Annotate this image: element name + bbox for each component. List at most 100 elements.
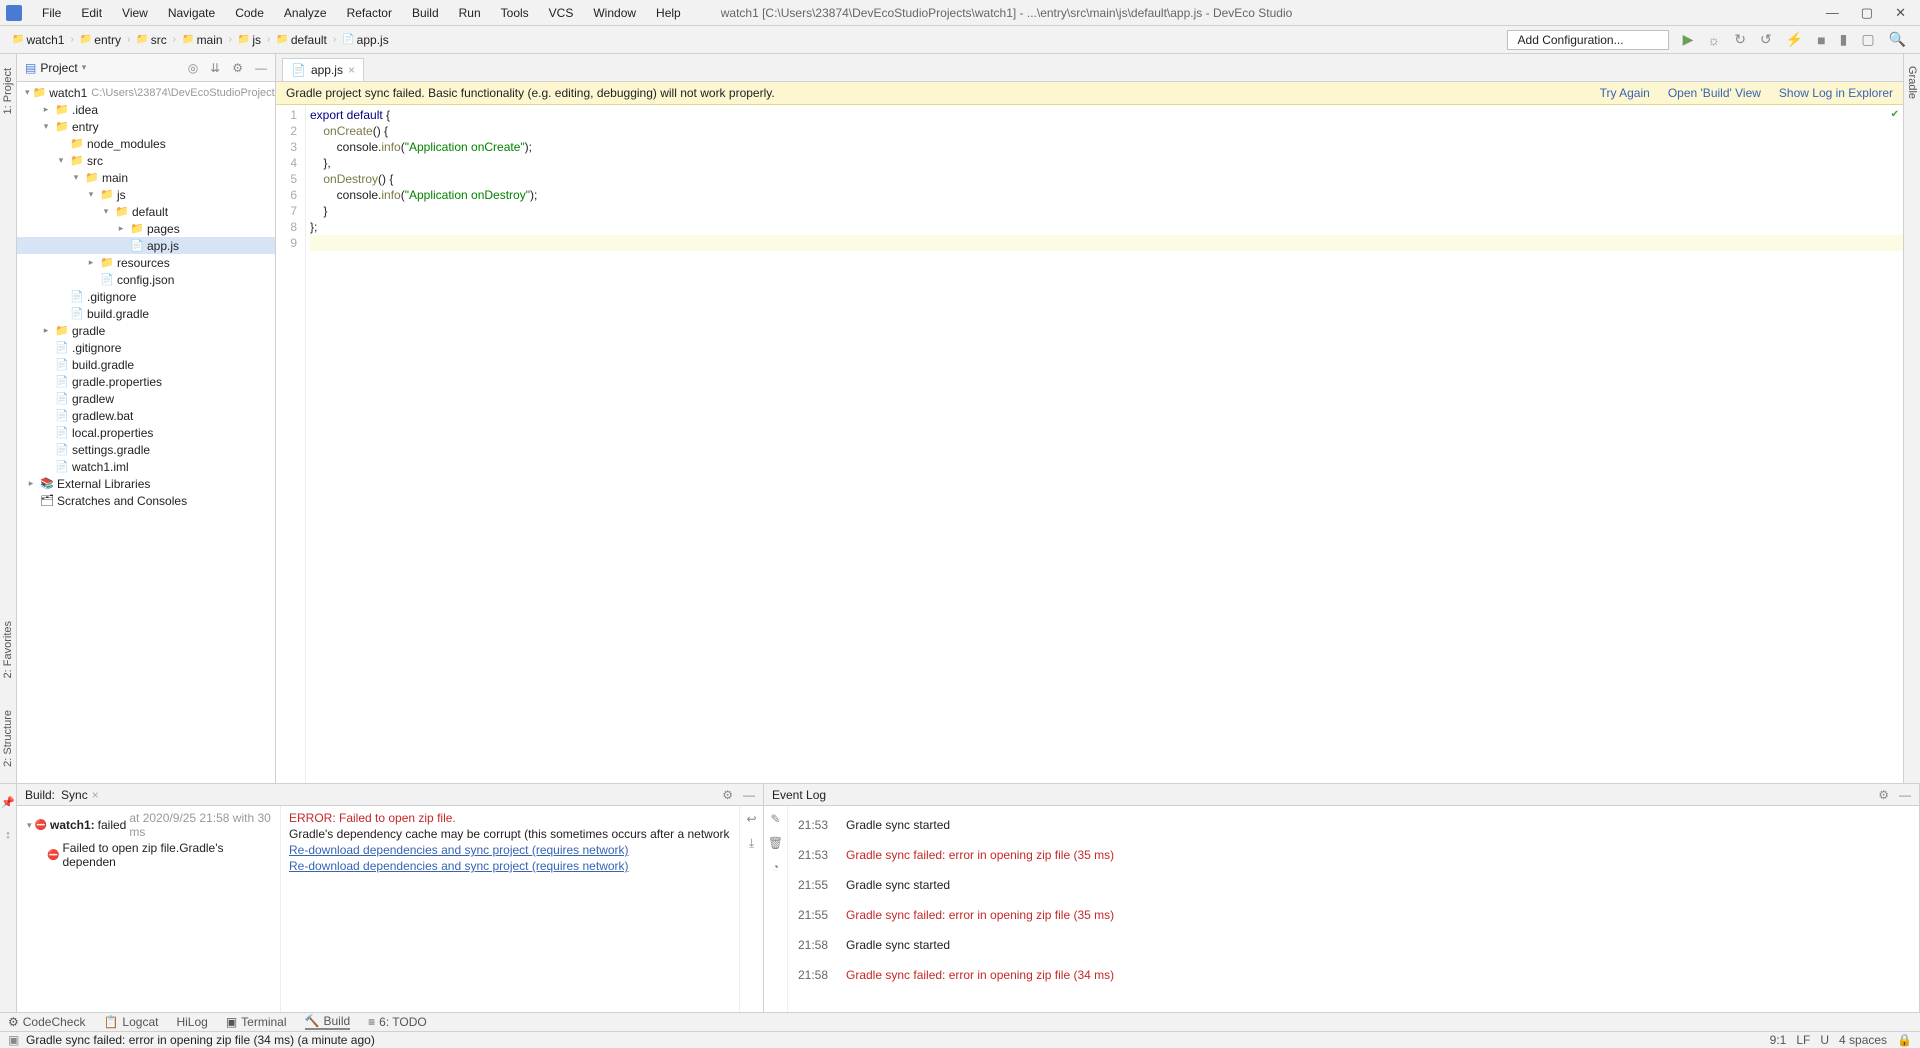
tree-resources[interactable]: ▸📁resources (17, 254, 275, 271)
stop-icon[interactable]: ■ (1817, 32, 1825, 48)
tree-gradle.properties[interactable]: 📄gradle.properties (17, 373, 275, 390)
breadcrumb-watch1[interactable]: 📁watch1 (6, 33, 70, 47)
tab-favorites[interactable]: 2: Favorites (2, 615, 14, 684)
evlog-settings-icon[interactable]: ⚙ (1878, 788, 1889, 802)
project-selector[interactable]: ▤ Project ▾ (25, 61, 86, 75)
status-item[interactable]: U (1820, 1033, 1829, 1047)
editor-tab-appjs[interactable]: 📄 app.js × (282, 58, 364, 81)
project-tree[interactable]: ▾📁watch1C:\Users\23874\DevEcoStudioProje… (17, 82, 275, 783)
build-tree[interactable]: ▾ ⛔ watch1: failed at 2020/9/25 21:58 wi… (17, 806, 281, 1012)
device-icon[interactable]: ▮ (1840, 31, 1848, 48)
close-button[interactable]: ✕ (1895, 5, 1906, 21)
menu-navigate[interactable]: Navigate (158, 3, 225, 23)
collapse-icon[interactable]: ⇊ (210, 61, 220, 75)
wrap-icon[interactable]: ↩ (746, 812, 756, 826)
expand-icon[interactable]: ↕ (5, 829, 11, 841)
layout-icon[interactable]: ▢ (1861, 31, 1874, 48)
tree-gradlew.bat[interactable]: 📄gradlew.bat (17, 407, 275, 424)
menu-vcs[interactable]: VCS (539, 3, 584, 23)
minimize-button[interactable]: — (1826, 5, 1839, 21)
build-output[interactable]: ERROR: Failed to open zip file. Gradle's… (281, 806, 739, 1012)
evlog-hide-icon[interactable]: — (1899, 788, 1911, 802)
tree-settings.gradle[interactable]: 📄settings.gradle (17, 441, 275, 458)
settings-icon[interactable]: ⚙ (232, 61, 243, 75)
event-row[interactable]: 21:55Gradle sync started (798, 870, 1909, 900)
menu-view[interactable]: View (112, 3, 158, 23)
tree-src[interactable]: ▾📁src (17, 152, 275, 169)
banner-show-log[interactable]: Show Log in Explorer (1779, 86, 1893, 100)
attach-icon[interactable]: ⚡ (1786, 31, 1803, 48)
event-list[interactable]: 21:53Gradle sync started21:53Gradle sync… (788, 806, 1919, 1012)
tree-gradlew[interactable]: 📄gradlew (17, 390, 275, 407)
tree-build.gradle[interactable]: 📄build.gradle (17, 356, 275, 373)
tree-build.gradle[interactable]: 📄build.gradle (17, 305, 275, 322)
tool-6-todo[interactable]: ≡6: TODO (368, 1015, 427, 1029)
tree-node_modules[interactable]: 📁node_modules (17, 135, 275, 152)
build-settings-icon[interactable]: ⚙ (722, 788, 733, 802)
menu-code[interactable]: Code (225, 3, 274, 23)
search-icon[interactable]: 🔍 (1889, 31, 1906, 48)
menu-file[interactable]: File (32, 3, 71, 23)
menu-window[interactable]: Window (583, 3, 646, 23)
target-icon[interactable]: ◎ (188, 61, 198, 75)
tool-hilog[interactable]: HiLog (176, 1015, 207, 1029)
redownload-link-2[interactable]: Re-download dependencies and sync projec… (289, 858, 731, 874)
status-item[interactable]: 🔒 (1897, 1033, 1912, 1047)
code-editor[interactable]: 123456789 export default { onCreate() { … (276, 105, 1903, 783)
breadcrumb-src[interactable]: 📁src (130, 33, 172, 47)
redownload-link-1[interactable]: Re-download dependencies and sync projec… (289, 842, 731, 858)
tree-entry[interactable]: ▾📁entry (17, 118, 275, 135)
tree-local.properties[interactable]: 📄local.properties (17, 424, 275, 441)
debug-icon[interactable]: ☼ (1707, 32, 1720, 48)
tree-main[interactable]: ▾📁main (17, 169, 275, 186)
run-icon[interactable]: ▶ (1683, 31, 1694, 48)
tree-External Libraries[interactable]: ▸📚External Libraries (17, 475, 275, 492)
evlog-edit-icon[interactable]: ✎ (770, 812, 780, 826)
event-row[interactable]: 21:53Gradle sync failed: error in openin… (798, 840, 1909, 870)
menu-help[interactable]: Help (646, 3, 691, 23)
coverage-icon[interactable]: ↻ (1734, 31, 1746, 48)
tab-project[interactable]: 1: Project (2, 62, 14, 120)
breadcrumb-default[interactable]: 📁default (270, 33, 332, 47)
maximize-button[interactable]: ▢ (1861, 5, 1873, 21)
source[interactable]: export default { onCreate() { console.in… (306, 105, 1903, 783)
profile-icon[interactable]: ↺ (1760, 31, 1772, 48)
event-row[interactable]: 21:53Gradle sync started (798, 810, 1909, 840)
event-row[interactable]: 21:58Gradle sync started (798, 930, 1909, 960)
build-hide-icon[interactable]: — (743, 788, 755, 802)
tree-app.js[interactable]: 📄app.js (17, 237, 275, 254)
tree-.idea[interactable]: ▸📁.idea (17, 101, 275, 118)
menu-analyze[interactable]: Analyze (274, 3, 337, 23)
tool-logcat[interactable]: 📋Logcat (103, 1015, 158, 1029)
breadcrumb-app.js[interactable]: 📄app.js (336, 33, 394, 47)
tree-watch1.iml[interactable]: 📄watch1.iml (17, 458, 275, 475)
tab-gradle[interactable]: Gradle (1906, 60, 1918, 105)
tree-.gitignore[interactable]: 📄.gitignore (17, 288, 275, 305)
banner-open-build[interactable]: Open 'Build' View (1668, 86, 1761, 100)
pin-icon[interactable]: 📌 (1, 796, 15, 809)
status-item[interactable]: LF (1796, 1033, 1810, 1047)
tool-terminal[interactable]: ▣Terminal (226, 1015, 287, 1029)
tree-default[interactable]: ▾📁default (17, 203, 275, 220)
tree-watch1[interactable]: ▾📁watch1C:\Users\23874\DevEcoStudioProje… (17, 84, 275, 101)
menu-build[interactable]: Build (402, 3, 449, 23)
tree-js[interactable]: ▾📁js (17, 186, 275, 203)
menu-refactor[interactable]: Refactor (337, 3, 402, 23)
event-row[interactable]: 21:58Gradle sync failed: error in openin… (798, 960, 1909, 990)
breadcrumb-js[interactable]: 📁js (232, 33, 267, 47)
menu-edit[interactable]: Edit (71, 3, 112, 23)
hide-icon[interactable]: — (255, 61, 267, 75)
scroll-icon[interactable]: ⤓ (749, 836, 754, 851)
banner-try-again[interactable]: Try Again (1600, 86, 1650, 100)
tree-pages[interactable]: ▸📁pages (17, 220, 275, 237)
tree-Scratches and Consoles[interactable]: 🗂Scratches and Consoles (17, 492, 275, 509)
close-sync-icon[interactable]: × (92, 788, 99, 802)
menu-tools[interactable]: Tools (491, 3, 539, 23)
menu-run[interactable]: Run (449, 3, 491, 23)
breadcrumb-main[interactable]: 📁main (176, 33, 228, 47)
evlog-mark-icon[interactable]: ◔ (772, 860, 779, 874)
evlog-trash-icon[interactable]: 🗑 (768, 836, 783, 850)
status-item[interactable]: 9:1 (1770, 1033, 1787, 1047)
breadcrumb-entry[interactable]: 📁entry (74, 33, 127, 47)
add-configuration-button[interactable]: Add Configuration... (1507, 30, 1669, 50)
